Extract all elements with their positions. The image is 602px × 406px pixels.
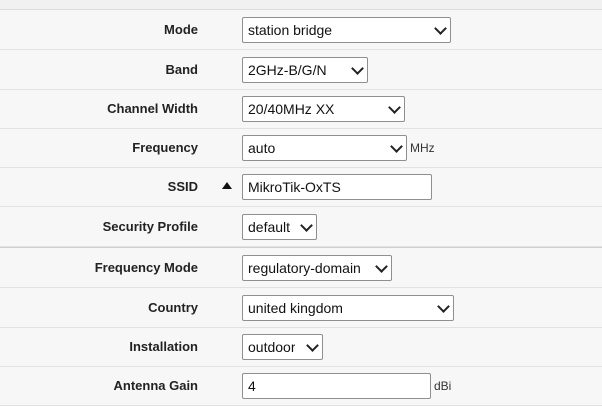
- chevron-down-icon: [351, 62, 364, 75]
- country-value: united kingdom: [248, 300, 343, 316]
- channel-width-value: 20/40MHz XX: [248, 101, 335, 117]
- row-antenna-gain: Antenna Gain 4 dBi: [0, 366, 602, 406]
- row-channel-width: Channel Width 20/40MHz XX: [0, 89, 602, 129]
- channel-width-label: Channel Width: [107, 101, 198, 116]
- ssid-input[interactable]: MikroTik-OxTS: [242, 174, 432, 200]
- chevron-down-icon: [388, 101, 401, 114]
- row-ssid: SSID MikroTik-OxTS: [0, 167, 602, 207]
- antenna-gain-unit: dBi: [434, 378, 452, 393]
- antenna-gain-input[interactable]: 4: [242, 373, 431, 399]
- row-country: Country united kingdom: [0, 288, 602, 328]
- country-label: Country: [148, 300, 198, 315]
- frequency-mode-label: Frequency Mode: [94, 260, 198, 275]
- antenna-gain-label: Antenna Gain: [113, 378, 198, 393]
- antenna-gain-value: 4: [248, 378, 256, 394]
- row-band: Band 2GHz-B/G/N: [0, 50, 602, 90]
- row-security-profile: Security Profile default: [0, 207, 602, 247]
- mode-value: station bridge: [248, 22, 333, 38]
- chevron-down-icon: [306, 339, 319, 352]
- country-select[interactable]: united kingdom: [242, 295, 454, 321]
- band-select[interactable]: 2GHz-B/G/N: [242, 57, 368, 83]
- installation-label: Installation: [129, 339, 198, 354]
- row-frequency-mode: Frequency Mode regulatory-domain: [0, 247, 602, 288]
- chevron-down-icon: [434, 22, 447, 35]
- frequency-mode-value: regulatory-domain: [248, 260, 361, 276]
- channel-width-select[interactable]: 20/40MHz XX: [242, 96, 405, 122]
- row-frequency: Frequency auto MHz: [0, 128, 602, 168]
- security-profile-label: Security Profile: [102, 219, 198, 234]
- frequency-unit: MHz: [410, 140, 435, 155]
- chevron-down-icon: [437, 300, 450, 313]
- triangle-up-icon[interactable]: [222, 182, 232, 189]
- chevron-down-icon: [390, 140, 403, 153]
- frequency-label: Frequency: [132, 140, 198, 155]
- top-band: [0, 0, 602, 10]
- band-label: Band: [165, 62, 199, 77]
- mode-label: Mode: [164, 22, 198, 37]
- mode-select[interactable]: station bridge: [242, 17, 451, 43]
- frequency-mode-select[interactable]: regulatory-domain: [242, 255, 392, 281]
- ssid-value: MikroTik-OxTS: [248, 179, 341, 195]
- security-profile-value: default: [248, 219, 291, 235]
- ssid-label: SSID: [167, 179, 198, 194]
- row-mode: Mode station bridge: [0, 10, 602, 50]
- installation-select[interactable]: outdoor: [242, 334, 323, 360]
- chevron-down-icon: [375, 260, 388, 273]
- frequency-select[interactable]: auto: [242, 135, 407, 161]
- chevron-down-icon: [300, 219, 313, 232]
- installation-value: outdoor: [248, 339, 296, 355]
- band-value: 2GHz-B/G/N: [248, 62, 327, 78]
- row-installation: Installation outdoor: [0, 327, 602, 367]
- frequency-value: auto: [248, 140, 276, 156]
- security-profile-select[interactable]: default: [242, 214, 317, 240]
